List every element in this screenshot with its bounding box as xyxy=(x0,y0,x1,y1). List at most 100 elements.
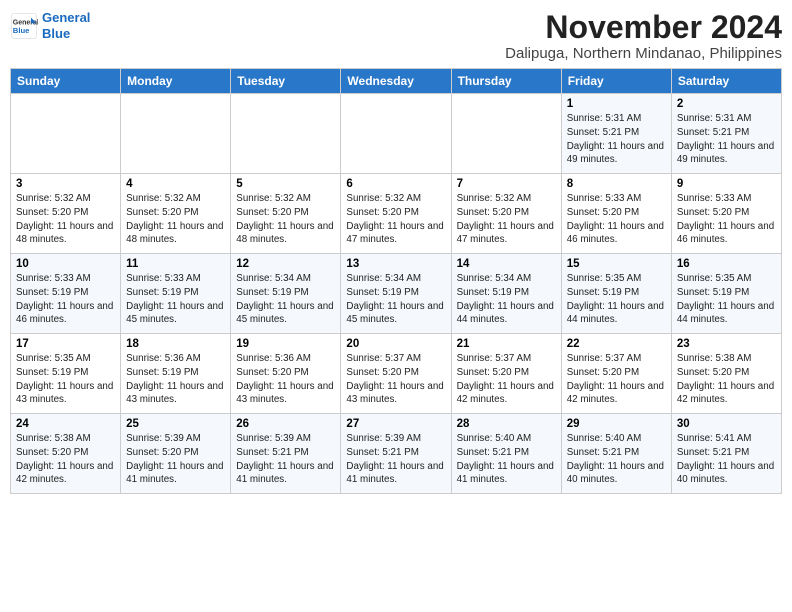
day-cell: 27Sunrise: 5:39 AM Sunset: 5:21 PM Dayli… xyxy=(341,414,451,494)
day-cell: 5 Sunrise: 5:32 AM Sunset: 5:20 PM Daylig… xyxy=(231,174,341,254)
day-info: Sunrise: 5:35 AM Sunset: 5:19 PM Dayligh… xyxy=(677,272,776,327)
day-info: Sunrise: 5:36 AM Sunset: 5:19 PM Dayligh… xyxy=(126,352,225,407)
day-cell: 22Sunrise: 5:37 AM Sunset: 5:20 PM Dayli… xyxy=(561,334,671,414)
day-number: 6 xyxy=(346,178,445,190)
day-cell: 23 Sunrise: 5:38 AM Sunset: 5:20 PM Dayli… xyxy=(671,334,781,414)
page-subtitle: Dalipuga, Northern Mindanao, Philippines xyxy=(505,45,782,62)
header-cell-monday: Monday xyxy=(121,69,231,94)
day-info: Sunrise: 5:39 AM Sunset: 5:21 PM Dayligh… xyxy=(346,432,445,487)
day-cell: 14Sunrise: 5:34 AM Sunset: 5:19 PM Dayli… xyxy=(451,254,561,334)
header-cell-saturday: Saturday xyxy=(671,69,781,94)
day-cell: 21 Sunrise: 5:37 AM Sunset: 5:20 PM Dayli… xyxy=(451,334,561,414)
day-cell: 19 Sunrise: 5:36 AM Sunset: 5:20 PM Dayli… xyxy=(231,334,341,414)
day-cell: 2 Sunrise: 5:31 AM Sunset: 5:21 PM Daylig… xyxy=(671,94,781,174)
day-info: Sunrise: 5:38 AM Sunset: 5:20 PM Dayligh… xyxy=(16,432,115,487)
day-number: 18 xyxy=(126,338,225,350)
day-cell: 30Sunrise: 5:41 AM Sunset: 5:21 PM Dayli… xyxy=(671,414,781,494)
day-number: 5 xyxy=(236,178,335,190)
day-info: Sunrise: 5:37 AM Sunset: 5:20 PM Dayligh… xyxy=(567,352,666,407)
day-number: 11 xyxy=(126,258,225,270)
day-cell: 8Sunrise: 5:33 AM Sunset: 5:20 PM Daylig… xyxy=(561,174,671,254)
day-info: Sunrise: 5:33 AM Sunset: 5:20 PM Dayligh… xyxy=(567,192,666,247)
day-number: 19 xyxy=(236,338,335,350)
day-cell: 20 Sunrise: 5:37 AM Sunset: 5:20 PM Dayli… xyxy=(341,334,451,414)
day-cell: 16 Sunrise: 5:35 AM Sunset: 5:19 PM Dayli… xyxy=(671,254,781,334)
day-number: 16 xyxy=(677,258,776,270)
logo-line1: General xyxy=(42,10,90,25)
day-number: 21 xyxy=(457,338,556,350)
day-number: 9 xyxy=(677,178,776,190)
day-info: Sunrise: 5:40 AM Sunset: 5:21 PM Dayligh… xyxy=(567,432,666,487)
day-cell: 4 Sunrise: 5:32 AM Sunset: 5:20 PM Daylig… xyxy=(121,174,231,254)
day-cell: 24 Sunrise: 5:38 AM Sunset: 5:20 PM Dayli… xyxy=(11,414,121,494)
day-cell: 7Sunrise: 5:32 AM Sunset: 5:20 PM Daylig… xyxy=(451,174,561,254)
day-number: 13 xyxy=(346,258,445,270)
day-info: Sunrise: 5:39 AM Sunset: 5:21 PM Dayligh… xyxy=(236,432,335,487)
logo-line2: Blue xyxy=(42,26,70,41)
day-number: 28 xyxy=(457,418,556,430)
day-info: Sunrise: 5:41 AM Sunset: 5:21 PM Dayligh… xyxy=(677,432,776,487)
page-header: General Blue General Blue November 2024 … xyxy=(10,10,782,62)
calendar-header: SundayMondayTuesdayWednesdayThursdayFrid… xyxy=(11,69,782,94)
day-info: Sunrise: 5:32 AM Sunset: 5:20 PM Dayligh… xyxy=(126,192,225,247)
day-info: Sunrise: 5:31 AM Sunset: 5:21 PM Dayligh… xyxy=(677,112,776,167)
day-info: Sunrise: 5:38 AM Sunset: 5:20 PM Dayligh… xyxy=(677,352,776,407)
day-number: 4 xyxy=(126,178,225,190)
day-info: Sunrise: 5:34 AM Sunset: 5:19 PM Dayligh… xyxy=(346,272,445,327)
day-info: Sunrise: 5:34 AM Sunset: 5:19 PM Dayligh… xyxy=(236,272,335,327)
day-info: Sunrise: 5:36 AM Sunset: 5:20 PM Dayligh… xyxy=(236,352,335,407)
day-number: 29 xyxy=(567,418,666,430)
day-number: 20 xyxy=(346,338,445,350)
day-number: 25 xyxy=(126,418,225,430)
day-cell: 12 Sunrise: 5:34 AM Sunset: 5:19 PM Dayli… xyxy=(231,254,341,334)
day-number: 14 xyxy=(457,258,556,270)
day-info: Sunrise: 5:35 AM Sunset: 5:19 PM Dayligh… xyxy=(567,272,666,327)
day-cell xyxy=(11,94,121,174)
day-number: 23 xyxy=(677,338,776,350)
day-number: 10 xyxy=(16,258,115,270)
day-cell: 6Sunrise: 5:32 AM Sunset: 5:20 PM Daylig… xyxy=(341,174,451,254)
header-cell-wednesday: Wednesday xyxy=(341,69,451,94)
week-row-1: 1 Sunrise: 5:31 AM Sunset: 5:21 PM Daylig… xyxy=(11,94,782,174)
day-info: Sunrise: 5:35 AM Sunset: 5:19 PM Dayligh… xyxy=(16,352,115,407)
calendar-body: 1 Sunrise: 5:31 AM Sunset: 5:21 PM Daylig… xyxy=(11,94,782,494)
day-cell: 25 Sunrise: 5:39 AM Sunset: 5:20 PM Dayli… xyxy=(121,414,231,494)
day-number: 2 xyxy=(677,98,776,110)
day-info: Sunrise: 5:32 AM Sunset: 5:20 PM Dayligh… xyxy=(16,192,115,247)
day-cell: 3Sunrise: 5:32 AM Sunset: 5:20 PM Daylig… xyxy=(11,174,121,254)
day-cell: 28 Sunrise: 5:40 AM Sunset: 5:21 PM Dayli… xyxy=(451,414,561,494)
logo: General Blue General Blue xyxy=(10,10,90,41)
day-number: 12 xyxy=(236,258,335,270)
day-cell: 13 Sunrise: 5:34 AM Sunset: 5:19 PM Dayli… xyxy=(341,254,451,334)
day-info: Sunrise: 5:37 AM Sunset: 5:20 PM Dayligh… xyxy=(457,352,556,407)
day-info: Sunrise: 5:40 AM Sunset: 5:21 PM Dayligh… xyxy=(457,432,556,487)
day-number: 7 xyxy=(457,178,556,190)
day-number: 1 xyxy=(567,98,666,110)
day-number: 26 xyxy=(236,418,335,430)
header-cell-tuesday: Tuesday xyxy=(231,69,341,94)
week-row-3: 10 Sunrise: 5:33 AM Sunset: 5:19 PM Dayli… xyxy=(11,254,782,334)
day-cell: 26 Sunrise: 5:39 AM Sunset: 5:21 PM Dayli… xyxy=(231,414,341,494)
day-cell xyxy=(121,94,231,174)
day-number: 17 xyxy=(16,338,115,350)
week-row-4: 17 Sunrise: 5:35 AM Sunset: 5:19 PM Dayli… xyxy=(11,334,782,414)
page-title: November 2024 xyxy=(505,10,782,45)
day-info: Sunrise: 5:39 AM Sunset: 5:20 PM Dayligh… xyxy=(126,432,225,487)
day-cell: 10Sunrise: 5:33 AM Sunset: 5:19 PM Dayli… xyxy=(11,254,121,334)
day-info: Sunrise: 5:31 AM Sunset: 5:21 PM Dayligh… xyxy=(567,112,666,167)
day-cell: 18 Sunrise: 5:36 AM Sunset: 5:19 PM Dayli… xyxy=(121,334,231,414)
day-cell xyxy=(231,94,341,174)
title-block: November 2024 Dalipuga, Northern Mindana… xyxy=(505,10,782,62)
day-info: Sunrise: 5:37 AM Sunset: 5:20 PM Dayligh… xyxy=(346,352,445,407)
logo-icon: General Blue xyxy=(10,12,38,40)
day-info: Sunrise: 5:33 AM Sunset: 5:19 PM Dayligh… xyxy=(126,272,225,327)
day-cell: 9Sunrise: 5:33 AM Sunset: 5:20 PM Daylig… xyxy=(671,174,781,254)
day-cell: 29 Sunrise: 5:40 AM Sunset: 5:21 PM Dayli… xyxy=(561,414,671,494)
day-cell: 17 Sunrise: 5:35 AM Sunset: 5:19 PM Dayli… xyxy=(11,334,121,414)
header-cell-friday: Friday xyxy=(561,69,671,94)
week-row-2: 3Sunrise: 5:32 AM Sunset: 5:20 PM Daylig… xyxy=(11,174,782,254)
day-info: Sunrise: 5:32 AM Sunset: 5:20 PM Dayligh… xyxy=(236,192,335,247)
week-row-5: 24 Sunrise: 5:38 AM Sunset: 5:20 PM Dayli… xyxy=(11,414,782,494)
day-number: 15 xyxy=(567,258,666,270)
day-number: 24 xyxy=(16,418,115,430)
